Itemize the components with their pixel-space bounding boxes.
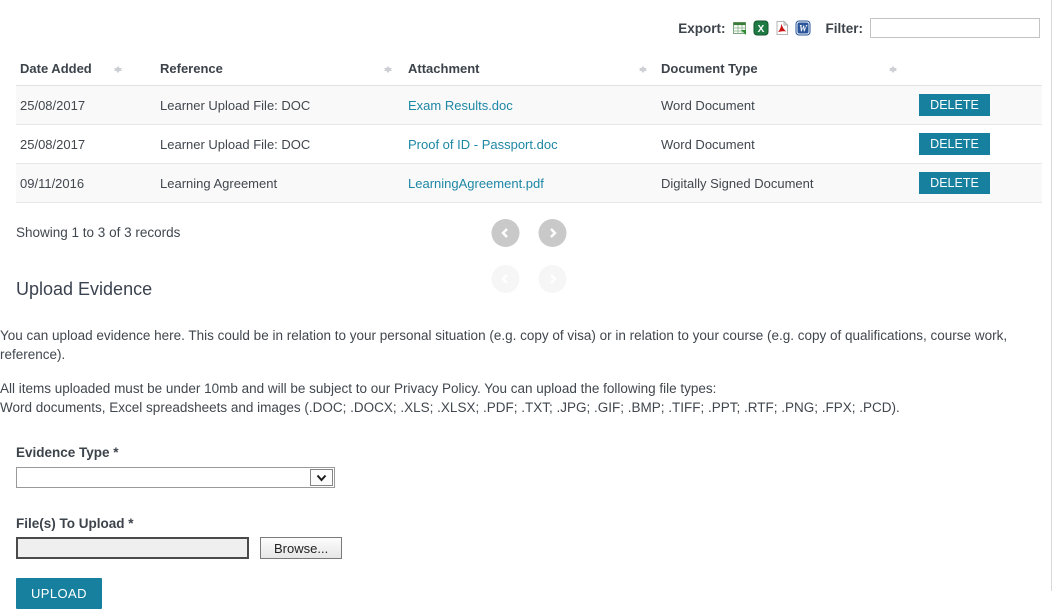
cell-document-type: Digitally Signed Document (657, 164, 901, 203)
column-header-reference[interactable]: Reference (156, 52, 404, 86)
file-upload-row: Browse... (16, 537, 1058, 559)
cell-document-type: Word Document (657, 125, 901, 164)
table-row: 25/08/2017 Learner Upload File: DOC Exam… (16, 86, 1042, 125)
files-to-upload-label: File(s) To Upload * (16, 516, 1058, 531)
evidence-table-body: 25/08/2017 Learner Upload File: DOC Exam… (16, 86, 1042, 203)
cell-document-type: Word Document (657, 86, 901, 125)
table-header-row: Date Added Reference Attachment Document… (16, 52, 1042, 86)
chevron-left-icon (501, 228, 511, 238)
cell-date-added: 25/08/2017 (16, 125, 156, 164)
export-pdf-icon[interactable] (774, 20, 790, 36)
table-row: 09/11/2016 Learning Agreement LearningAg… (16, 164, 1042, 203)
upload-rules-line1: All items uploaded must be under 10mb an… (0, 379, 1058, 398)
upload-button[interactable]: UPLOAD (16, 578, 102, 609)
column-header-document-type[interactable]: Document Type (657, 52, 901, 86)
export-excel-icon[interactable]: X (753, 20, 769, 36)
upload-rules-line2: Word documents, Excel spreadsheets and i… (0, 398, 1058, 417)
table-footer: Showing 1 to 3 of 3 records (16, 219, 1042, 249)
upload-evidence-title: Upload Evidence (16, 279, 1058, 300)
pagination-next-button[interactable] (539, 219, 567, 247)
cell-reference: Learner Upload File: DOC (156, 86, 404, 125)
cell-attachment: LearningAgreement.pdf (404, 164, 657, 203)
column-header-label: Document Type (661, 61, 758, 76)
column-header-label: Attachment (408, 61, 480, 76)
svg-text:W: W (799, 24, 808, 34)
export-excel-csv-icon[interactable] (732, 20, 748, 36)
evidence-type-label: Evidence Type * (16, 445, 1058, 460)
pagination (492, 219, 567, 247)
filter-input[interactable] (870, 18, 1040, 38)
delete-button[interactable]: DELETE (919, 133, 990, 155)
column-header-label: Reference (160, 61, 223, 76)
attachment-link[interactable]: LearningAgreement.pdf (408, 176, 544, 191)
cell-date-added: 09/11/2016 (16, 164, 156, 203)
cell-reference: Learning Agreement (156, 164, 404, 203)
sort-icon[interactable] (114, 62, 122, 77)
export-icon-group: X W (732, 20, 811, 36)
file-path-input[interactable] (16, 537, 249, 559)
chevron-right-icon (548, 228, 558, 238)
attachment-link[interactable]: Proof of ID - Passport.doc (408, 137, 558, 152)
export-word-icon[interactable]: W (795, 20, 811, 36)
sort-icon[interactable] (639, 62, 647, 77)
cell-attachment: Exam Results.doc (404, 86, 657, 125)
delete-button[interactable]: DELETE (919, 94, 990, 116)
upload-rules-text: All items uploaded must be under 10mb an… (0, 379, 1058, 417)
column-header-attachment[interactable]: Attachment (404, 52, 657, 86)
cell-actions: DELETE (901, 125, 1042, 164)
export-label: Export: (678, 21, 725, 36)
sort-icon[interactable] (384, 62, 392, 77)
cell-actions: DELETE (901, 164, 1042, 203)
records-summary: Showing 1 to 3 of 3 records (16, 225, 180, 240)
evidence-table: Date Added Reference Attachment Document… (16, 52, 1042, 203)
cell-date-added: 25/08/2017 (16, 86, 156, 125)
attachment-link[interactable]: Exam Results.doc (408, 98, 513, 113)
svg-text:X: X (758, 24, 765, 35)
chevron-down-icon (316, 474, 327, 482)
column-header-actions (901, 52, 1042, 86)
table-row: 25/08/2017 Learner Upload File: DOC Proo… (16, 125, 1042, 164)
cell-attachment: Proof of ID - Passport.doc (404, 125, 657, 164)
pagination-prev-button[interactable] (492, 219, 520, 247)
browse-button[interactable]: Browse... (260, 537, 342, 559)
upload-intro-text: You can upload evidence here. This could… (0, 326, 1058, 364)
page-right-border (1051, 0, 1052, 591)
filter-label: Filter: (825, 21, 863, 36)
column-header-date-added[interactable]: Date Added (16, 52, 156, 86)
delete-button[interactable]: DELETE (919, 172, 990, 194)
cell-actions: DELETE (901, 86, 1042, 125)
select-dropdown-button[interactable] (310, 469, 333, 486)
evidence-type-select[interactable] (16, 467, 335, 488)
cell-reference: Learner Upload File: DOC (156, 125, 404, 164)
sort-icon[interactable] (889, 62, 897, 77)
table-toolbar: Export: X (0, 0, 1058, 38)
column-header-label: Date Added (20, 61, 92, 76)
